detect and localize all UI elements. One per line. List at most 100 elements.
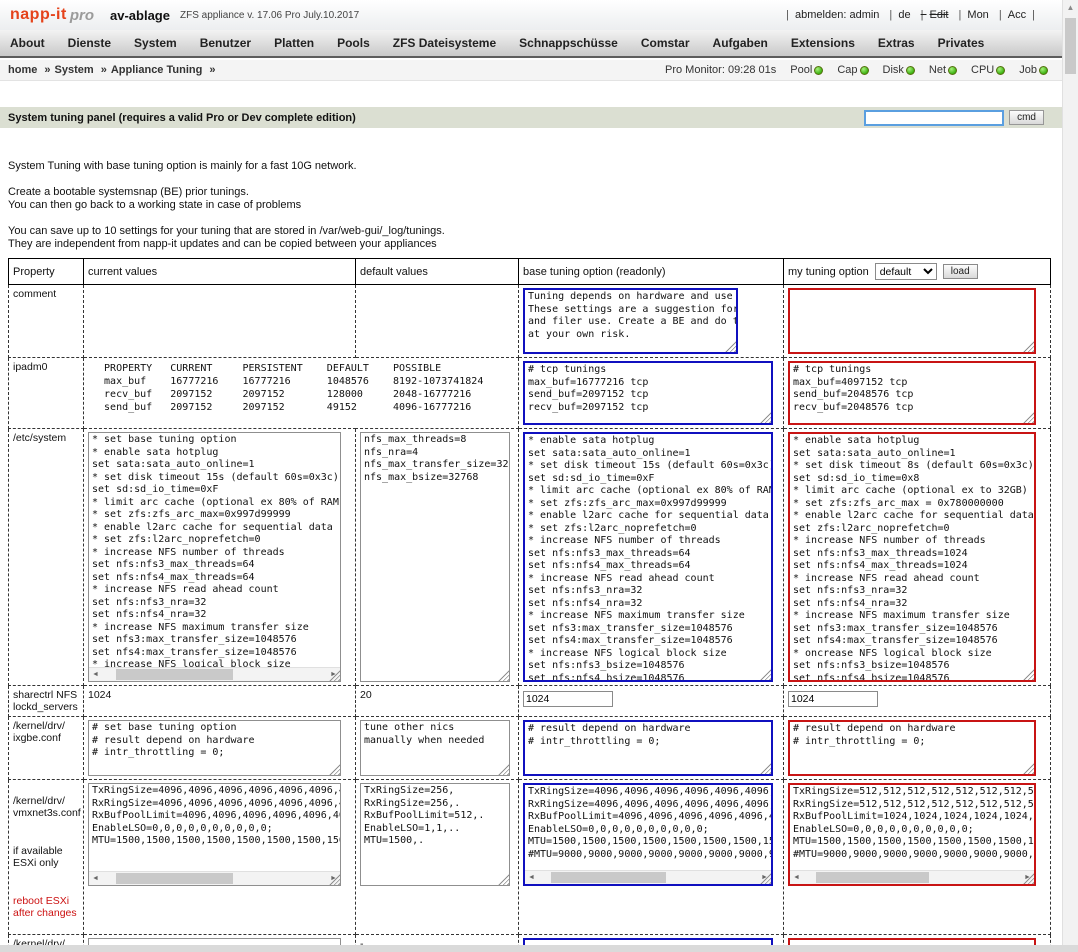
breadcrumb-bar: home System Appliance Tuning Pro Monitor… — [0, 60, 1062, 81]
menu-pools[interactable]: Pools — [337, 36, 370, 50]
etc-system-my-cell: * enable sata hotplug set sata:sata_auto… — [783, 428, 1051, 686]
cmd-input[interactable] — [864, 109, 1005, 126]
property-label-cell: /kernel/drv/ vmxnet3s.conf if available … — [8, 779, 84, 935]
scroll-up-icon[interactable]: ▲ — [1063, 0, 1078, 16]
language-link[interactable]: de — [884, 9, 915, 21]
menu-extensions[interactable]: Extensions — [791, 36, 855, 50]
menu-dienste[interactable]: Dienste — [68, 36, 111, 50]
vmxnet3s-current-textarea[interactable]: TxRingSize=4096,4096,4096,4096,4096,4096… — [89, 784, 340, 871]
comment-base-textarea[interactable]: Tuning depends on hardware and use case … — [525, 290, 736, 352]
horizontal-scrollbar[interactable]: ◄ ► — [525, 870, 771, 884]
table-row-ixgbe: /kernel/drv/ ixgbe.conf # set base tunin… — [8, 716, 1051, 780]
scroll-left-icon[interactable]: ◄ — [525, 871, 538, 885]
menu-platten[interactable]: Platten — [274, 36, 314, 50]
horizontal-scrollbar-track[interactable] — [0, 945, 1078, 952]
scrollbar-thumb[interactable] — [1065, 18, 1076, 74]
ixgbe-base-textarea[interactable]: # result depend on hardware # intr_throt… — [525, 722, 771, 774]
vmxnet3s-default-textarea[interactable]: TxRingSize=256, RxRingSize=256,. RxBufPo… — [361, 784, 509, 885]
scroll-left-icon[interactable]: ◄ — [89, 872, 102, 886]
etc-system-base-box: * enable sata hotplug set sata:sata_auto… — [523, 432, 773, 682]
mon-link[interactable]: Mon — [953, 9, 993, 21]
sharectrl-my-input[interactable] — [788, 691, 878, 707]
table-row-ipadm0: ipadm0 PROPERTY CURRENT PERSISTENT DEFAU… — [8, 357, 1051, 429]
vmxnet3s-my-textarea[interactable]: TxRingSize=512,512,512,512,512,512,512,5… — [790, 785, 1034, 870]
sharectrl-my-cell — [783, 685, 1051, 717]
my-tuning-label: my tuning option — [788, 265, 869, 278]
menu-aufgaben[interactable]: Aufgaben — [713, 36, 768, 50]
table-row-sharectrl: sharectrl NFS lockd_servers 1024 20 — [8, 685, 1051, 717]
etc-system-base-textarea[interactable]: * enable sata hotplug set sata:sata_auto… — [525, 434, 771, 680]
net-led-icon — [948, 65, 958, 75]
menu-zfs-dateisysteme[interactable]: ZFS Dateisysteme — [393, 36, 496, 50]
etc-system-current-box: * set base tuning option * enable sata h… — [88, 432, 341, 682]
etc-system-base-cell: * enable sata hotplug set sata:sata_auto… — [518, 428, 784, 686]
intro-line: They are independent from napp-it update… — [8, 238, 437, 250]
tuning-table-wrap: Property current values default values b… — [8, 258, 1051, 952]
panel-title-bar: System tuning panel (requires a valid Pr… — [0, 107, 1062, 128]
etc-system-current-cell: * set base tuning option * enable sata h… — [83, 428, 356, 686]
ipadm0-my-box: # tcp tunings max_buf=4097152 tcp send_b… — [788, 361, 1036, 425]
ixgbe-my-textarea[interactable]: # result depend on hardware # intr_throt… — [790, 722, 1034, 774]
tuning-preset-select[interactable]: default — [874, 263, 937, 280]
vmxnet3s-default-box: TxRingSize=256, RxRingSize=256,. RxBufPo… — [360, 783, 510, 886]
horizontal-scrollbar[interactable]: ◄ ► — [790, 870, 1034, 884]
sharectrl-base-input[interactable] — [523, 691, 613, 707]
scrollbar-thumb[interactable] — [816, 872, 930, 883]
logout-link[interactable]: abmelden: admin — [781, 9, 884, 21]
edit-link[interactable]: Edit — [916, 9, 954, 21]
scrollbar-thumb[interactable] — [115, 669, 233, 680]
ixgbe-default-textarea[interactable]: tune other nics manually when needed — [361, 721, 509, 775]
vmxnet3s-my-box: TxRingSize=512,512,512,512,512,512,512,5… — [788, 783, 1036, 886]
ixgbe-current-textarea[interactable]: # set base tuning option # result depend… — [89, 721, 340, 775]
col-header-property: Property — [8, 258, 84, 285]
menu-comstar[interactable]: Comstar — [641, 36, 690, 50]
property-label: ipadm0 — [8, 357, 84, 429]
etc-system-my-textarea[interactable]: * enable sata hotplug set sata:sata_auto… — [790, 434, 1034, 680]
cpu-status: CPU — [971, 64, 1006, 76]
ixgbe-default-cell: tune other nics manually when needed — [355, 716, 519, 780]
load-button[interactable]: load — [942, 264, 978, 279]
etc-system-current-textarea[interactable]: * set base tuning option * enable sata h… — [89, 433, 340, 667]
breadcrumb-appliance-tuning: Appliance Tuning — [111, 64, 220, 76]
page-title: System tuning panel (requires a valid Pr… — [8, 111, 356, 124]
ixgbe-base-cell: # result depend on hardware # intr_throt… — [518, 716, 784, 780]
comment-my-textarea[interactable] — [790, 290, 1034, 352]
comment-my-cell — [783, 284, 1051, 358]
main-menu: About Dienste System Benutzer Platten Po… — [0, 30, 1062, 58]
menu-extras[interactable]: Extras — [878, 36, 915, 50]
scroll-left-icon[interactable]: ◄ — [89, 668, 102, 682]
horizontal-scrollbar[interactable]: ◄ ► — [89, 667, 340, 681]
cap-led-icon — [859, 65, 869, 75]
vmxnet3s-current-cell: TxRingSize=4096,4096,4096,4096,4096,4096… — [83, 779, 356, 935]
net-status: Net — [929, 64, 958, 76]
cmd-button[interactable]: cmd — [1009, 110, 1044, 125]
etc-system-default-textarea[interactable]: nfs_max_threads=8 nfs_nra=4 nfs_max_tran… — [361, 433, 509, 681]
horizontal-scrollbar[interactable]: ◄ ► — [89, 871, 340, 885]
vertical-scrollbar[interactable]: ▲ — [1062, 0, 1078, 945]
menu-schnappschuesse[interactable]: Schnappschüsse — [519, 36, 618, 50]
menu-about[interactable]: About — [10, 36, 45, 50]
ipadm0-base-textarea[interactable]: # tcp tunings max_buf=16777216 tcp send_… — [525, 363, 771, 423]
table-row-vmxnet3s: /kernel/drv/ vmxnet3s.conf if available … — [8, 779, 1051, 935]
scrollbar-thumb[interactable] — [551, 872, 666, 883]
vmxnet3s-base-cell: TxRingSize=4096,4096,4096,4096,4096,4096… — [518, 779, 784, 935]
intro-line: You can then go back to a working state … — [8, 199, 302, 211]
scroll-left-icon[interactable]: ◄ — [790, 871, 803, 885]
pool-led-icon — [814, 65, 824, 75]
breadcrumb-system[interactable]: System — [55, 64, 111, 76]
ixgbe-default-box: tune other nics manually when needed — [360, 720, 510, 776]
breadcrumb-home[interactable]: home — [8, 64, 55, 76]
comment-base-cell: Tuning depends on hardware and use case … — [518, 284, 784, 358]
col-header-current: current values — [83, 258, 356, 285]
menu-benutzer[interactable]: Benutzer — [200, 36, 251, 50]
vmxnet3s-base-textarea[interactable]: TxRingSize=4096,4096,4096,4096,4096,4096… — [525, 785, 771, 870]
pool-status: Pool — [790, 64, 824, 76]
table-row-etc-system: /etc/system * set base tuning option * e… — [8, 428, 1051, 686]
menu-system[interactable]: System — [134, 36, 177, 50]
scrollbar-thumb[interactable] — [115, 873, 233, 884]
job-led-icon — [1039, 65, 1048, 75]
acc-link[interactable]: Acc — [994, 9, 1040, 21]
vmxnet3s-base-box: TxRingSize=4096,4096,4096,4096,4096,4096… — [523, 783, 773, 886]
menu-privates[interactable]: Privates — [938, 36, 985, 50]
ipadm0-my-textarea[interactable]: # tcp tunings max_buf=4097152 tcp send_b… — [790, 363, 1034, 423]
